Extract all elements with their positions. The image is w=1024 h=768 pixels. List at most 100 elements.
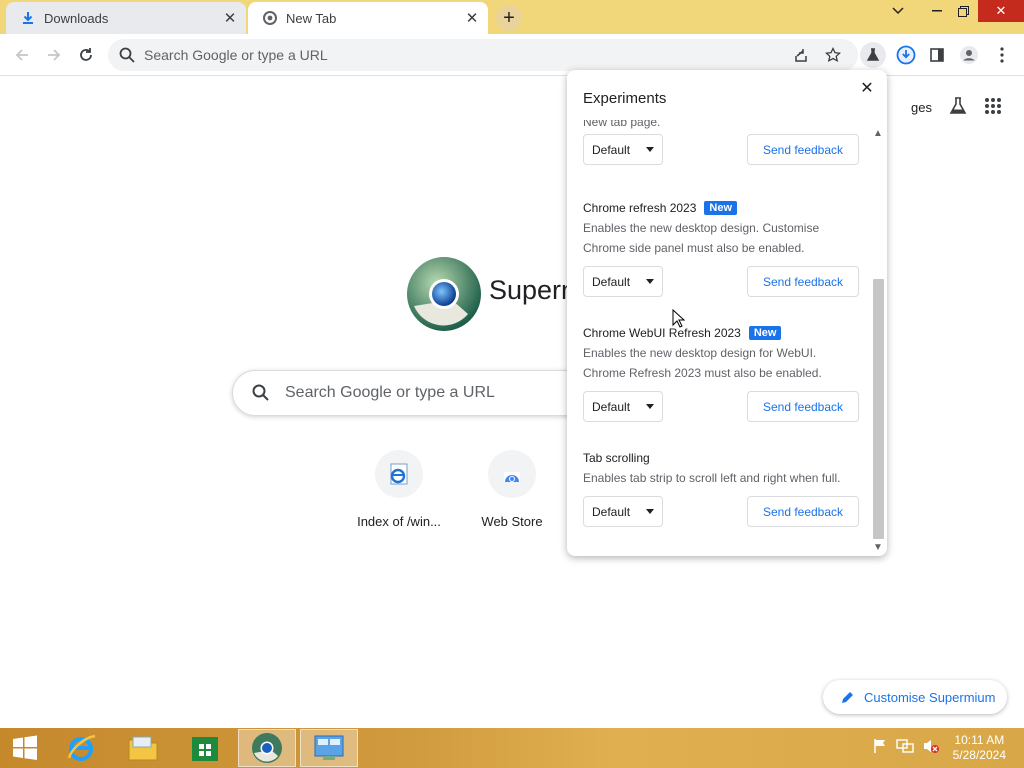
downloads-button[interactable] [893, 42, 919, 68]
experiment-name: Chrome WebUI Refresh 2023 [583, 326, 741, 340]
dropdown-caret-icon [646, 509, 654, 514]
tab-title: New Tab [286, 10, 337, 26]
shortcut-tile[interactable]: Web Store [456, 450, 568, 529]
send-feedback-button[interactable]: Send feedback [747, 134, 859, 165]
share-icon[interactable] [788, 42, 814, 68]
select-value: Default [592, 399, 631, 414]
new-badge: New [704, 201, 738, 215]
action-center-flag-icon[interactable] [872, 738, 888, 759]
labs-flask-icon[interactable] [948, 96, 968, 119]
search-icon [252, 384, 269, 401]
close-window-button[interactable]: ✕ [978, 0, 1024, 22]
mouse-cursor-icon [672, 309, 686, 328]
omnibox[interactable] [108, 39, 858, 71]
chrome-icon [262, 10, 278, 26]
scroll-thumb[interactable] [873, 279, 884, 539]
close-icon[interactable]: ✕ [857, 78, 877, 98]
experiment-description: New tab page. [583, 120, 661, 129]
volume-muted-icon[interactable] [922, 738, 940, 759]
select-value: Default [592, 274, 631, 289]
tab-new-tab[interactable]: New Tab ✕ [248, 2, 488, 34]
experiments-list: New tab page. Default Send feedback Chro… [567, 120, 875, 554]
supermium-taskbar-icon[interactable] [238, 729, 296, 767]
bookmark-star-icon[interactable] [820, 42, 846, 68]
experiment-item: Tab scrolling Enables tab strip to scrol… [583, 450, 859, 527]
windows-logo-icon [13, 735, 37, 760]
shortcut-label: Web Store [481, 514, 543, 529]
experiment-description: Enables the new desktop design for WebUI… [583, 343, 859, 383]
web-store-icon [488, 450, 536, 498]
dropdown-caret-icon [646, 147, 654, 152]
search-icon [119, 47, 135, 63]
clock-date: 5/28/2024 [952, 748, 1006, 762]
taskbar-clock[interactable]: 10:11 AM 5/28/2024 [953, 733, 1006, 763]
tab-title: Downloads [44, 10, 109, 26]
dropdown-caret-icon [646, 404, 654, 409]
experiments-panel: Experiments ✕ New tab page. Default Send… [567, 70, 887, 556]
images-link[interactable]: ges [911, 100, 932, 115]
scroll-down-arrow-icon[interactable]: ▼ [871, 540, 885, 554]
experiment-name: Tab scrolling [583, 451, 650, 465]
back-button[interactable] [9, 42, 35, 68]
customise-label: Customise Supermium [864, 689, 996, 705]
store-taskbar-icon[interactable] [181, 729, 229, 767]
apps-grid-icon[interactable] [984, 97, 1002, 118]
supermium-logo-icon [407, 257, 481, 331]
description-line: Enables tab strip to scroll left and rig… [583, 471, 841, 485]
minimize-button[interactable] [924, 0, 950, 22]
system-tray [872, 728, 940, 768]
menu-kebab-icon[interactable] [989, 42, 1015, 68]
shortcut-tile[interactable]: Index of /win... [343, 450, 455, 529]
send-feedback-button[interactable]: Send feedback [747, 496, 859, 527]
internet-explorer-taskbar-icon[interactable] [57, 729, 105, 767]
send-feedback-button[interactable]: Send feedback [747, 266, 859, 297]
experiment-description: Enables tab strip to scroll left and rig… [583, 468, 859, 488]
tab-strip: Downloads ✕ New Tab ✕ + ✕ [0, 0, 1024, 34]
pencil-icon [842, 691, 853, 703]
experiment-item: New tab page. Default Send feedback [583, 120, 859, 165]
description-line: Chrome side panel must also be enabled. [583, 241, 805, 255]
tab-search-chevron-icon[interactable] [884, 0, 912, 22]
clock-time: 10:11 AM [954, 733, 1005, 747]
taskbar: 10:11 AM 5/28/2024 [0, 728, 1024, 768]
new-badge: New [748, 326, 782, 340]
send-feedback-button[interactable]: Send feedback [747, 391, 859, 422]
download-icon [20, 10, 36, 26]
network-icon[interactable] [896, 738, 914, 759]
scroll-up-arrow-icon[interactable]: ▲ [871, 126, 885, 140]
omnibox-input[interactable] [144, 47, 744, 63]
experiment-select[interactable]: Default [583, 496, 663, 527]
ie-page-icon [375, 450, 423, 498]
file-explorer-taskbar-icon[interactable] [119, 729, 167, 767]
profile-avatar-icon[interactable] [956, 42, 982, 68]
side-panel-icon[interactable] [924, 42, 950, 68]
experiment-select[interactable]: Default [583, 134, 663, 165]
control-panel-taskbar-icon[interactable] [300, 729, 358, 767]
close-tab-icon[interactable]: ✕ [462, 8, 482, 28]
close-tab-icon[interactable]: ✕ [220, 8, 240, 28]
experiment-item: Chrome WebUI Refresh 2023 New Enables the… [583, 325, 859, 422]
forward-button[interactable] [41, 42, 67, 68]
new-tab-button[interactable]: + [496, 5, 522, 31]
panel-title: Experiments [583, 90, 667, 107]
select-value: Default [592, 504, 631, 519]
description-line: Enables the new desktop design. Customis… [583, 221, 820, 235]
panel-scrollbar[interactable]: ▲ ▼ [871, 126, 885, 556]
description-line: Enables the new desktop design for WebUI… [583, 346, 817, 360]
experiment-description: Enables the new desktop design. Customis… [583, 218, 859, 258]
shortcut-label: Index of /win... [357, 514, 441, 529]
restore-button[interactable] [950, 0, 976, 22]
experiments-flask-button[interactable] [860, 42, 886, 68]
description-line: Chrome Refresh 2023 must also be enabled… [583, 366, 822, 380]
experiment-select[interactable]: Default [583, 391, 663, 422]
tab-downloads[interactable]: Downloads ✕ [6, 2, 246, 34]
experiment-select[interactable]: Default [583, 266, 663, 297]
select-value: Default [592, 142, 631, 157]
start-button[interactable] [0, 729, 50, 767]
dropdown-caret-icon [646, 279, 654, 284]
experiment-item: Chrome refresh 2023 New Enables the new d… [583, 200, 859, 297]
experiment-name: Chrome refresh 2023 [583, 201, 697, 215]
ntp-header-links: ges [911, 96, 1002, 119]
reload-button[interactable] [73, 42, 99, 68]
customise-button[interactable]: Customise Supermium [823, 680, 1007, 714]
